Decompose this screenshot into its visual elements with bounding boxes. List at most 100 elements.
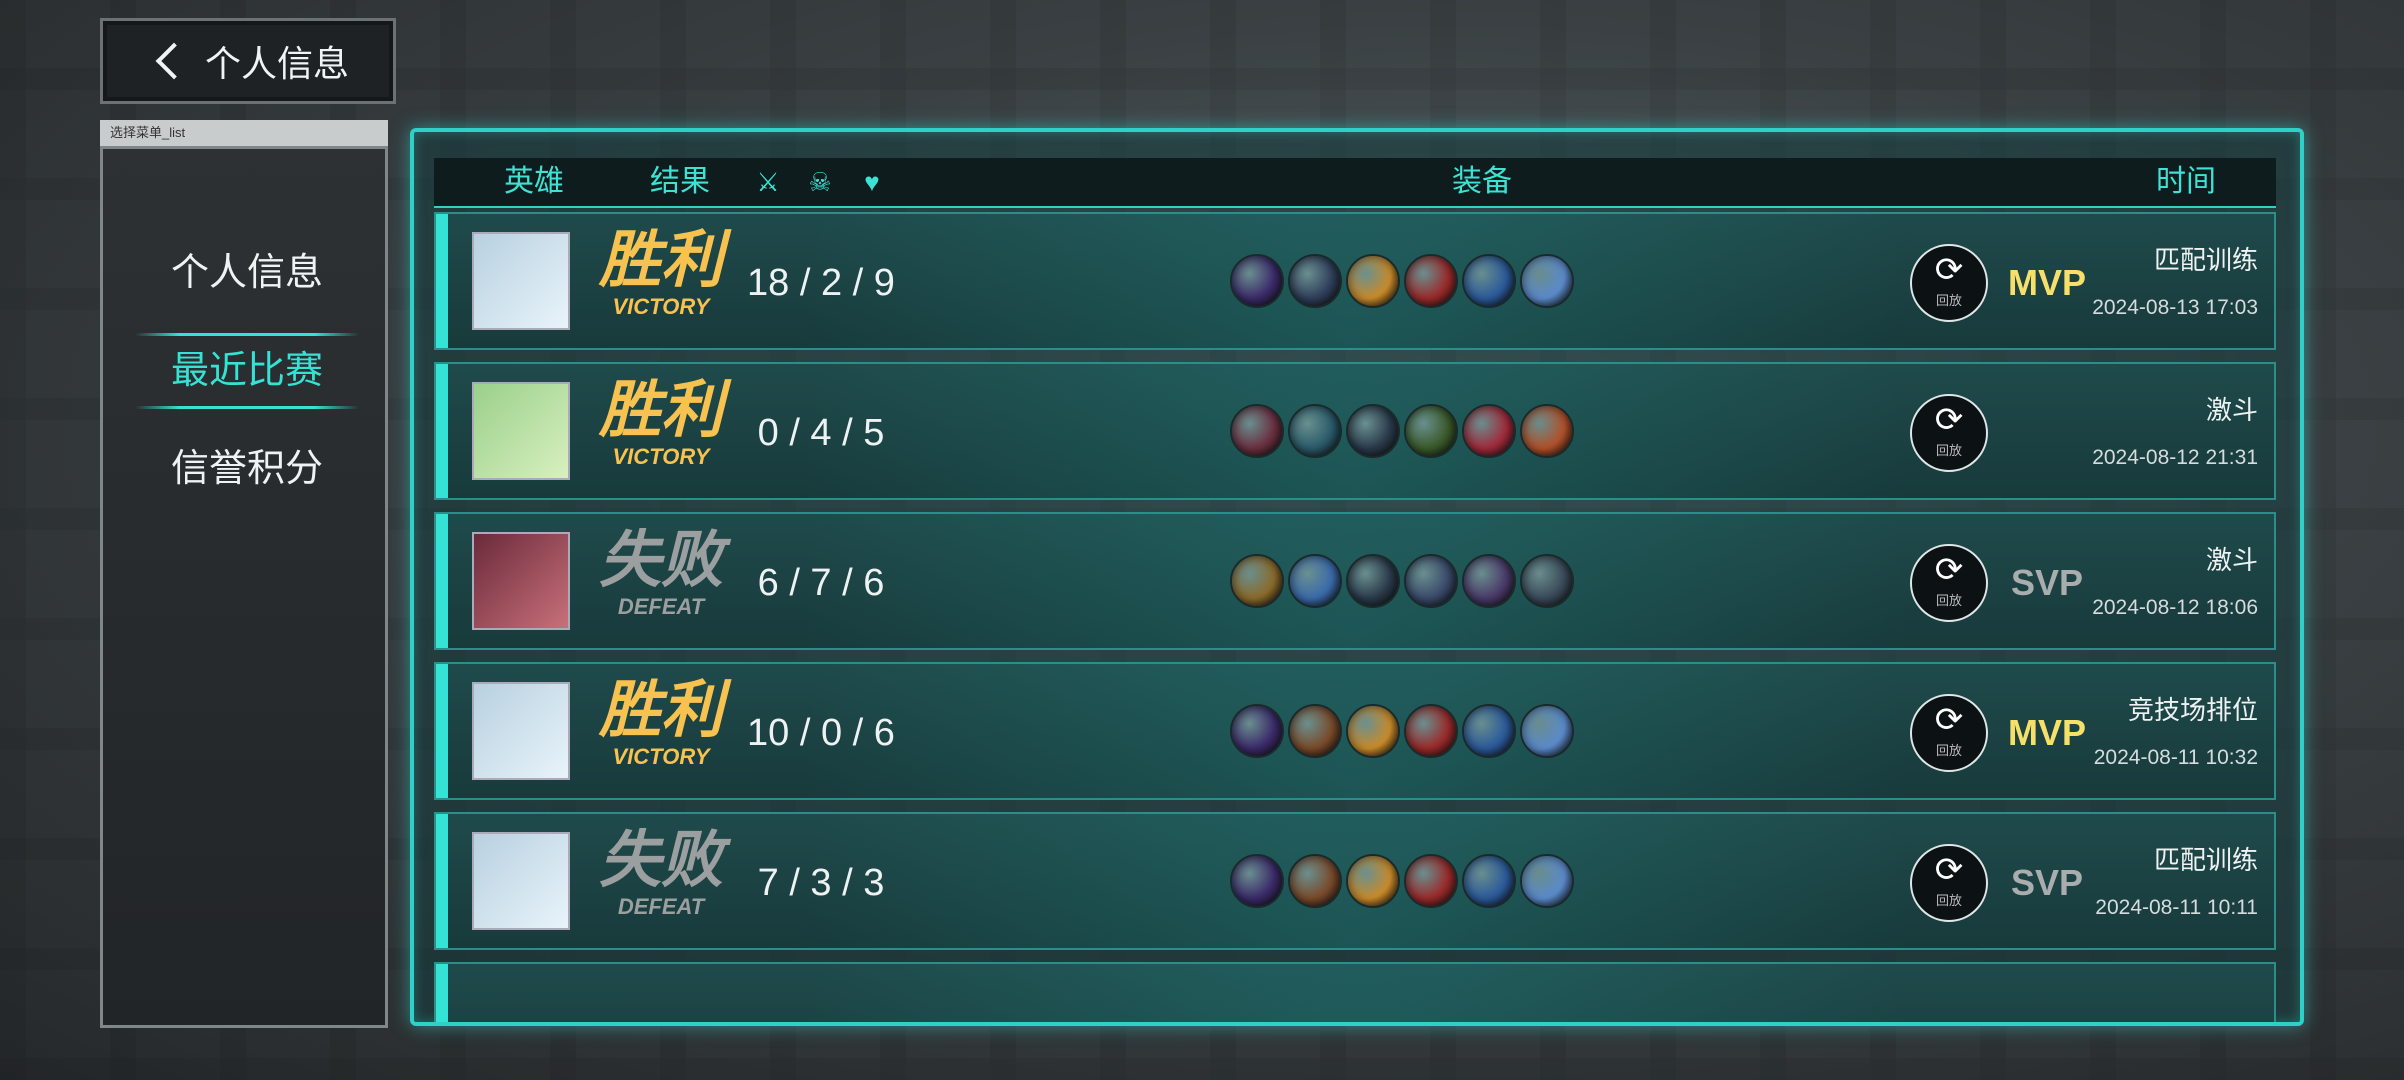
sidebar: 选择菜单_list 个人信息 最近比赛 信誉积分 [100,120,388,1028]
game-mode: 激斗 [2205,545,2258,575]
hero-avatar[interactable] [472,682,570,780]
equipment-item-icon[interactable] [1230,554,1284,608]
active-line-bottom [135,406,359,409]
header-items: 装备 [1452,165,1512,198]
replay-icon: ⟳ [1934,251,1964,289]
performance-badge: MVP [2007,712,2086,753]
performance-badge: SVP [2010,562,2084,603]
table-row-partial[interactable] [434,962,2276,1022]
equipment-item-icon[interactable] [1462,554,1516,608]
equipment-item-icon[interactable] [1288,554,1342,608]
equipment-item-icon[interactable] [1404,404,1458,458]
equipment-item-icon[interactable] [1346,554,1400,608]
replay-button[interactable]: ⟳ 回放 [1910,694,1988,772]
kda: 10 / 0 / 6 [747,712,895,754]
replay-button[interactable]: ⟳ 回放 [1910,244,1988,322]
match-time: 2024-08-12 21:31 [2092,446,2258,469]
match-result: 失败 DEFEAT [596,826,726,936]
equipment-item-icon[interactable] [1462,404,1516,458]
equipment-item-icon[interactable] [1520,554,1574,608]
result-en: DEFEAT [617,894,705,919]
row-stripe [436,964,448,1022]
replay-button[interactable]: ⟳ 回放 [1910,544,1988,622]
equipment-item-icon[interactable] [1346,704,1400,758]
active-line-top [135,333,359,336]
result-zh: 胜利 [598,676,723,745]
equipment-item-icon[interactable] [1230,854,1284,908]
row-stripe [436,814,448,948]
replay-button[interactable]: ⟳ 回放 [1910,394,1988,472]
equipment-item-icon[interactable] [1520,254,1574,308]
header-time: 时间 [2156,165,2216,198]
equipment-list [1230,554,1578,612]
match-result: 失败 DEFEAT [596,526,726,636]
match-time: 2024-08-11 10:32 [2093,746,2258,769]
equipment-item-icon[interactable] [1288,254,1342,308]
equipment-item-icon[interactable] [1462,854,1516,908]
replay-icon: ⟳ [1934,401,1964,439]
equipment-item-icon[interactable] [1288,704,1342,758]
equipment-list [1230,404,1578,462]
game-mode: 激斗 [2205,395,2258,425]
result-en: VICTORY [612,744,710,769]
equipment-item-icon[interactable] [1230,704,1284,758]
equipment-item-icon[interactable] [1230,404,1284,458]
heart-icon: ♥ [864,167,880,197]
row-stripe [436,514,448,648]
result-en: VICTORY [612,444,710,469]
equipment-item-icon[interactable] [1404,854,1458,908]
table-row[interactable]: 失败 DEFEAT 7 / 3 / 3 ⟳ 回放 SVP 匹配训练 2024-0… [434,812,2276,950]
header-hero: 英雄 [504,165,564,198]
table-row[interactable]: 失败 DEFEAT 6 / 7 / 6 ⟳ 回放 SVP 激斗 2024-08-… [434,512,2276,650]
table-row[interactable]: 胜利 VICTORY 18 / 2 / 9 ⟳ 回放 MVP 匹配训练 2024… [434,212,2276,350]
match-result: 胜利 VICTORY [596,676,726,786]
equipment-list [1230,854,1578,912]
equipment-item-icon[interactable] [1404,554,1458,608]
equipment-item-icon[interactable] [1520,704,1574,758]
hero-avatar[interactable] [472,232,570,330]
match-time: 2024-08-11 10:11 [2095,896,2258,919]
row-stripe [436,664,448,798]
replay-label: 回放 [1935,893,1962,908]
result-zh: 失败 [598,826,723,895]
equipment-item-icon[interactable] [1346,854,1400,908]
hero-avatar[interactable] [472,832,570,930]
table-row[interactable]: 胜利 VICTORY 10 / 0 / 6 ⟳ 回放 MVP 竞技场排位 202… [434,662,2276,800]
equipment-list [1230,704,1578,762]
equipment-item-icon[interactable] [1230,254,1284,308]
equipment-item-icon[interactable] [1462,254,1516,308]
replay-icon: ⟳ [1934,851,1964,889]
back-button-label: 个人信息 [205,43,350,84]
back-button[interactable]: 个人信息 [100,18,396,104]
sidebar-item-label: 最近比赛 [170,350,323,392]
equipment-item-icon[interactable] [1520,404,1574,458]
sidebar-panel: 个人信息 最近比赛 信誉积分 [100,146,388,1028]
table-row[interactable]: 胜利 VICTORY 0 / 4 / 5 ⟳ 回放 激斗 2024-08-12 … [434,362,2276,500]
game-mode: 竞技场排位 [2127,695,2258,725]
hero-avatar[interactable] [472,532,570,630]
match-time: 2024-08-13 17:03 [2092,296,2258,319]
header-result: 结果 [650,165,710,198]
replay-button[interactable]: ⟳ 回放 [1910,844,1988,922]
equipment-list [1230,254,1578,312]
match-time: 2024-08-12 18:06 [2092,596,2258,619]
equipment-item-icon[interactable] [1404,254,1458,308]
sidebar-item-credit-score[interactable]: 信誉积分 [135,429,359,509]
sidebar-item-profile[interactable]: 个人信息 [135,233,359,313]
performance-badge: MVP [2007,262,2086,303]
replay-label: 回放 [1935,293,1962,308]
equipment-item-icon[interactable] [1404,704,1458,758]
replay-icon: ⟳ [1934,701,1964,739]
equipment-item-icon[interactable] [1462,704,1516,758]
match-history-panel: 英雄 结果 ⚔ ☠ ♥ 装备 时间 胜利 VICTORY 18 / 2 / 9 … [410,128,2304,1026]
sidebar-item-recent-matches[interactable]: 最近比赛 [135,331,359,411]
kda: 18 / 2 / 9 [747,262,895,304]
equipment-item-icon[interactable] [1288,854,1342,908]
equipment-item-icon[interactable] [1520,854,1574,908]
result-en: DEFEAT [617,594,705,619]
equipment-item-icon[interactable] [1346,404,1400,458]
equipment-item-icon[interactable] [1288,404,1342,458]
equipment-item-icon[interactable] [1346,254,1400,308]
replay-label: 回放 [1935,443,1962,458]
hero-avatar[interactable] [472,382,570,480]
